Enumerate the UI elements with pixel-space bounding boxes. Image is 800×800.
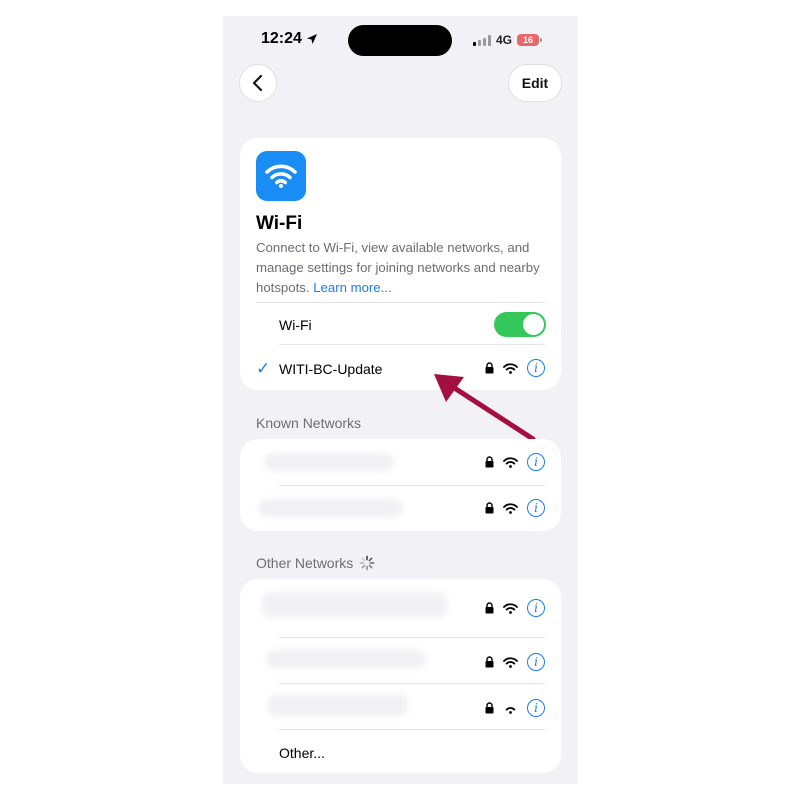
- network-status-icons: i: [485, 653, 545, 671]
- edit-button[interactable]: Edit: [508, 64, 562, 102]
- info-icon[interactable]: i: [527, 699, 545, 717]
- divider: [279, 637, 545, 638]
- divider: [279, 485, 545, 486]
- lock-icon: [485, 456, 494, 468]
- divider: [256, 302, 545, 303]
- battery-level: 16: [523, 35, 534, 45]
- known-networks-title: Known Networks: [256, 415, 362, 431]
- status-indicators: 4G 16: [473, 33, 543, 47]
- card-title: Wi-Fi: [256, 213, 303, 234]
- other-networks-title: Other Networks: [256, 555, 354, 571]
- redacted-network-name: [262, 592, 447, 618]
- redacted-network-name: [258, 499, 403, 517]
- info-icon[interactable]: i: [527, 453, 545, 471]
- divider: [279, 729, 545, 730]
- wifi-app-icon: [256, 151, 306, 201]
- card-description: Connect to Wi-Fi, view available network…: [256, 238, 551, 298]
- status-time: 12:24: [261, 30, 318, 48]
- lock-icon: [485, 502, 494, 514]
- divider: [279, 683, 545, 684]
- network-status-icons: i: [485, 699, 545, 717]
- wifi-toggle-label: Wi-Fi: [279, 317, 312, 333]
- annotation-arrow: [434, 374, 536, 442]
- lock-icon: [485, 656, 494, 668]
- description-text: Connect to Wi-Fi, view available network…: [256, 240, 540, 295]
- divider: [279, 344, 545, 345]
- network-status-icons: i: [485, 599, 545, 617]
- lock-icon: [485, 602, 494, 614]
- checkmark-icon: ✓: [256, 359, 271, 378]
- network-type: 4G: [496, 33, 513, 47]
- redacted-network-name: [268, 694, 408, 716]
- lock-icon: [485, 702, 494, 714]
- redacted-network-name: [264, 453, 394, 471]
- signal-icon: [473, 34, 491, 46]
- wifi-icon: [503, 656, 518, 668]
- known-networks-list: i i: [240, 439, 561, 531]
- dynamic-island: [348, 25, 452, 56]
- location-arrow-icon: [306, 34, 317, 44]
- wifi-icon: [505, 706, 516, 714]
- connected-network-name[interactable]: WITI-BC-Update: [279, 361, 382, 377]
- wifi-card: Wi-Fi Connect to Wi-Fi, view available n…: [240, 138, 561, 390]
- other-networks-header: Other Networks: [256, 555, 375, 571]
- wifi-toggle[interactable]: [494, 312, 546, 337]
- info-icon[interactable]: i: [527, 499, 545, 517]
- wifi-icon: [503, 456, 518, 468]
- toggle-knob: [523, 314, 544, 335]
- wifi-icon: [503, 602, 518, 614]
- learn-more-link[interactable]: Learn more...: [313, 280, 391, 295]
- redacted-network-name: [266, 650, 426, 668]
- time-label: 12:24: [261, 30, 302, 47]
- network-status-icons: i: [485, 453, 545, 471]
- spinner-icon: [359, 555, 375, 571]
- wifi-icon: [503, 502, 518, 514]
- other-networks-list: i i i Other...: [240, 579, 561, 773]
- other-network-item[interactable]: Other...: [279, 745, 325, 761]
- wifi-icon: [265, 164, 297, 188]
- phone-screen: 12:24 4G 16 Edit Wi-Fi Connect to Wi-Fi,…: [223, 16, 578, 784]
- info-icon[interactable]: i: [527, 653, 545, 671]
- battery-icon: 16: [517, 34, 543, 46]
- known-networks-header: Known Networks: [256, 415, 361, 431]
- info-icon[interactable]: i: [527, 599, 545, 617]
- network-status-icons: i: [485, 499, 545, 517]
- chevron-left-icon: [252, 74, 263, 92]
- back-button[interactable]: [239, 64, 277, 102]
